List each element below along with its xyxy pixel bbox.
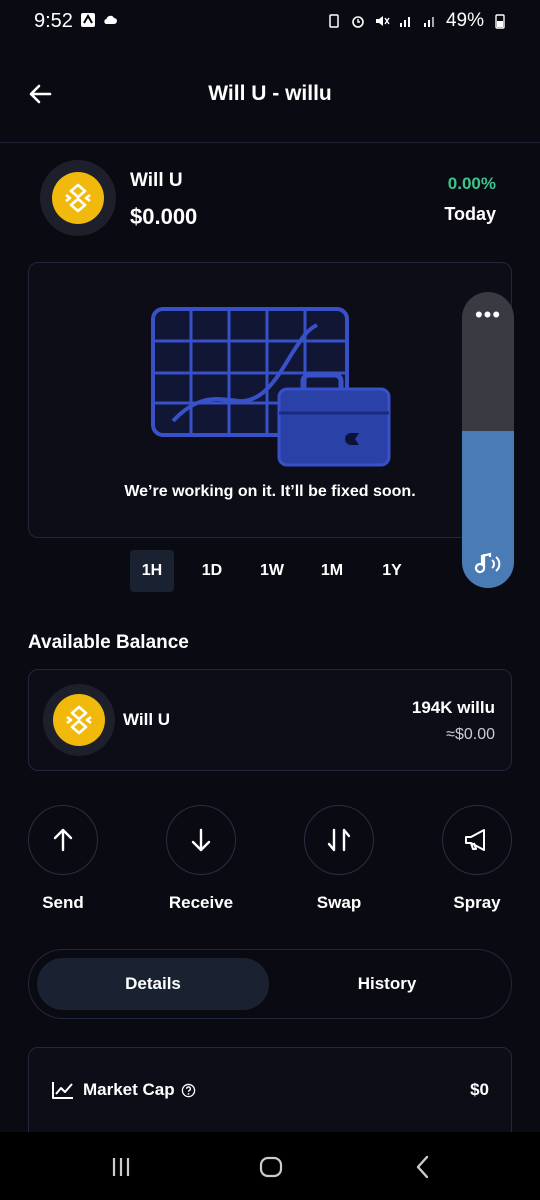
status-time: 9:52 (34, 10, 73, 32)
spray-circle[interactable] (442, 805, 512, 875)
battery-percent: 49% (445, 10, 484, 31)
volume-slider[interactable]: ••• (462, 292, 514, 588)
mute-icon (375, 16, 390, 26)
status-bar: 9:52 49% (0, 0, 540, 46)
swap-icon (327, 828, 351, 852)
timeframe-1w[interactable]: 1W (250, 550, 294, 592)
market-cap-row: Market Cap $0 (51, 1078, 489, 1102)
arrow-down-icon (191, 828, 211, 852)
timeframe-1y[interactable]: 1Y (370, 550, 414, 592)
system-status: 49% (326, 10, 508, 32)
action-buttons: Send Receive Swap Spray (28, 805, 512, 915)
price-change: 0.00% (447, 174, 496, 193)
receive-label: Receive (168, 893, 234, 912)
token-summary: Will U $0.000 0.00% Today (40, 160, 500, 240)
balance-fiat-value: ≈$0.00 (446, 726, 495, 743)
send-button[interactable]: Send (18, 805, 108, 913)
balance-card[interactable]: Will U 194K willu ≈$0.00 (28, 669, 512, 771)
tab-history[interactable]: History (271, 958, 503, 1010)
swap-label: Swap (316, 893, 362, 912)
balance-token-name: Will U (123, 710, 171, 729)
system-nav-bar (0, 1132, 540, 1200)
price-chart-card: We’re working on it. It’ll be fixed soon… (28, 262, 512, 538)
receive-button[interactable]: Receive (156, 805, 246, 913)
timeframe-1d[interactable]: 1D (190, 550, 234, 592)
swap-circle[interactable] (304, 805, 374, 875)
change-period: Today (444, 204, 496, 224)
timeframe-1m[interactable]: 1M (310, 550, 354, 592)
arrow-up-icon (53, 828, 73, 852)
4g-signal-icon (423, 17, 434, 27)
app-notification-icon (81, 13, 95, 27)
balance-amount: 194K willu (411, 698, 495, 717)
volte-signal-icon (399, 17, 410, 27)
more-options-icon[interactable]: ••• (462, 302, 514, 328)
back-nav-icon[interactable] (408, 1152, 438, 1182)
maintenance-illustration-icon (151, 307, 391, 467)
receive-circle[interactable] (166, 805, 236, 875)
market-cap-value: $0 (470, 1080, 489, 1099)
header: Will U - willu (0, 70, 540, 122)
spray-button[interactable]: Spray (432, 805, 522, 913)
details-history-tabs: Details History (28, 949, 512, 1019)
chart-line-icon (52, 1082, 73, 1099)
send-label: Send (42, 893, 84, 912)
market-cap-label: Market Cap (83, 1080, 175, 1099)
token-avatar (40, 160, 116, 236)
timeframe-selector: 1H 1D 1W 1M 1Y (130, 550, 414, 592)
balance-section-title: Available Balance (28, 632, 189, 653)
timeframe-1h[interactable]: 1H (130, 550, 174, 592)
megaphone-icon (465, 829, 485, 851)
send-circle[interactable] (28, 805, 98, 875)
alarm-icon (352, 16, 364, 28)
bnb-logo-icon (53, 694, 105, 746)
balance-token-avatar (43, 684, 115, 756)
help-icon[interactable] (181, 1083, 196, 1098)
battery-icon (495, 14, 505, 29)
battery-saver-icon (329, 14, 339, 28)
bnb-logo-icon (52, 172, 104, 224)
home-icon[interactable] (256, 1152, 286, 1182)
media-volume-icon[interactable] (472, 550, 504, 578)
chart-error-message: We’re working on it. It’ll be fixed soon… (124, 483, 416, 500)
page-title: Will U - willu (208, 82, 332, 105)
swap-button[interactable]: Swap (294, 805, 384, 913)
header-divider (0, 142, 540, 143)
tab-details[interactable]: Details (37, 958, 269, 1010)
cloud-icon (104, 15, 117, 24)
recent-apps-icon[interactable] (106, 1152, 136, 1182)
token-price: $0.000 (130, 204, 198, 229)
token-name: Will U (130, 170, 183, 191)
notification-icons (80, 12, 118, 28)
spray-label: Spray (453, 893, 501, 912)
